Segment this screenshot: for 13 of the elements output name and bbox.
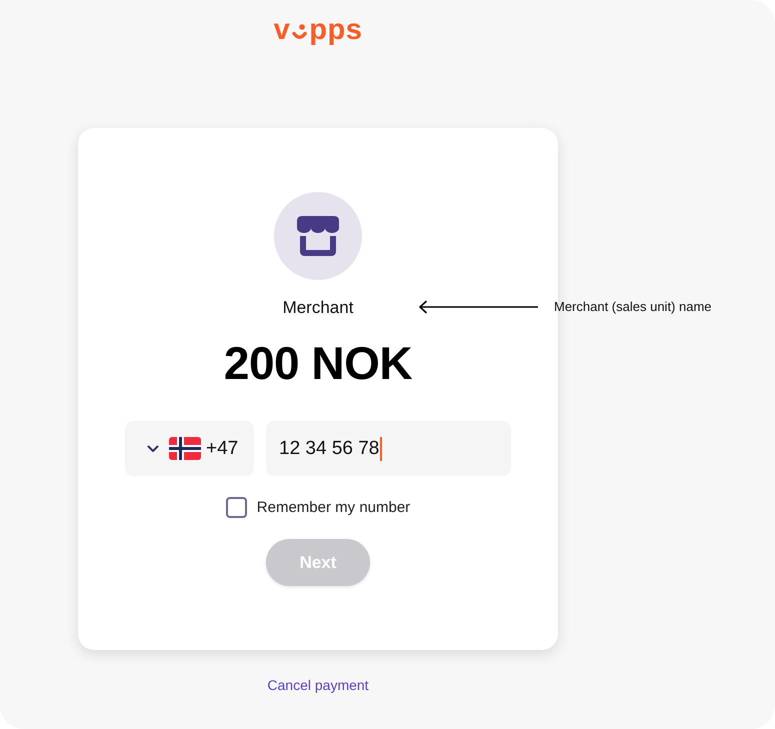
merchant-name: Merchant bbox=[282, 297, 354, 319]
store-icon bbox=[297, 216, 339, 256]
remember-checkbox[interactable] bbox=[226, 497, 247, 518]
cancel-payment-link[interactable]: Cancel payment bbox=[267, 676, 369, 694]
annotation-label: Merchant (sales unit) name bbox=[554, 299, 712, 314]
logo-text: v bbox=[274, 14, 290, 46]
phone-number-field[interactable]: 12 34 56 78 bbox=[266, 421, 511, 476]
norway-flag-icon bbox=[169, 437, 201, 460]
payment-amount: 200 NOK bbox=[224, 337, 412, 389]
country-code-select[interactable]: +47 bbox=[125, 421, 254, 476]
remember-label: Remember my number bbox=[256, 498, 410, 518]
logo-text: pps bbox=[309, 14, 362, 46]
chevron-down-icon bbox=[147, 444, 159, 452]
